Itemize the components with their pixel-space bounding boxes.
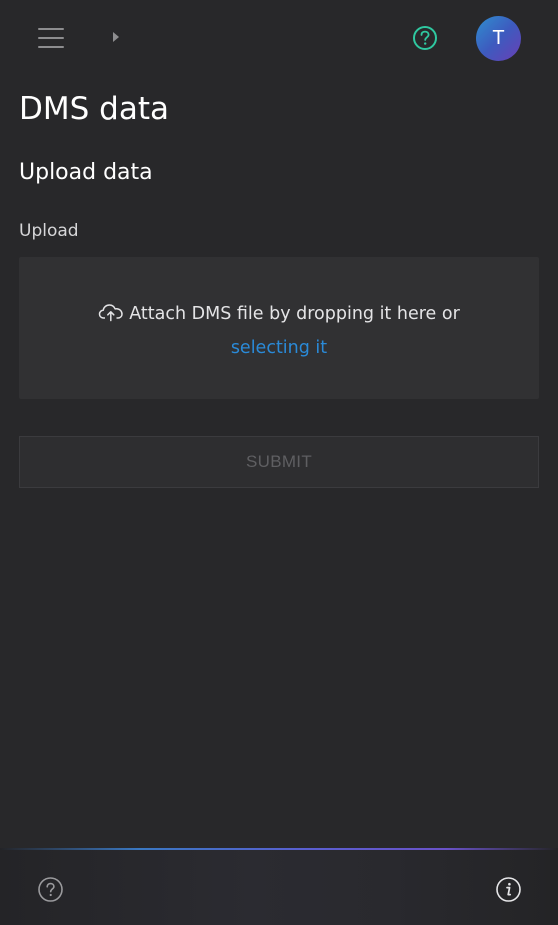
file-dropzone[interactable]: Attach DMS file by dropping it here or s… (19, 257, 539, 399)
caret-right-icon[interactable] (108, 28, 124, 46)
page-title: DMS data (19, 91, 169, 127)
app-root: T DMS data Upload data Upload Attach DMS… (0, 0, 558, 925)
footer-bar (0, 848, 558, 925)
upload-label: Upload (19, 221, 79, 241)
top-bar: T (0, 0, 558, 76)
section-title: Upload data (19, 160, 153, 185)
dropzone-link-row: selecting it (19, 334, 539, 362)
info-circle-icon[interactable] (495, 876, 522, 903)
footer-gradient-divider (0, 848, 558, 850)
dropzone-text: Attach DMS file by dropping it here or (129, 304, 460, 324)
cloud-upload-icon (98, 304, 123, 322)
user-avatar[interactable]: T (476, 16, 521, 61)
dropzone-text-row: Attach DMS file by dropping it here or (19, 300, 539, 328)
hamburger-menu-icon[interactable] (36, 24, 66, 52)
help-circle-icon[interactable] (37, 876, 64, 903)
submit-button[interactable]: SUBMIT (19, 436, 539, 488)
select-file-link[interactable]: selecting it (231, 338, 327, 358)
help-circle-icon[interactable] (411, 24, 439, 52)
